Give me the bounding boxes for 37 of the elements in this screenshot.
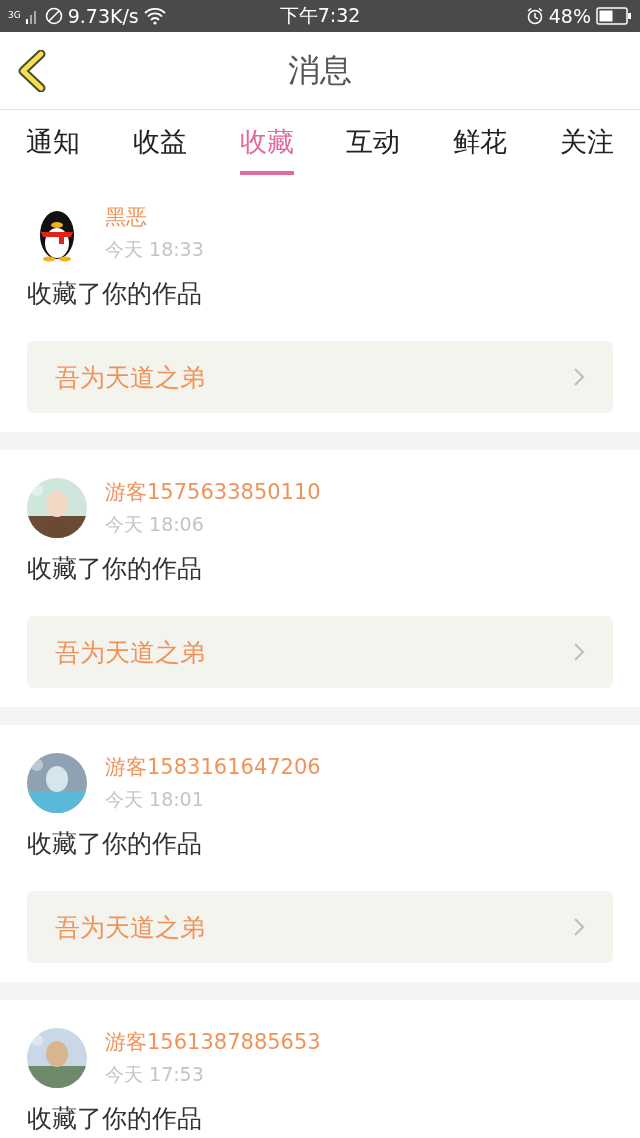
work-title: 吾为天道之弟 — [55, 636, 205, 669]
network-type: 3G — [8, 10, 21, 20]
timestamp: 今天 18:33 — [105, 237, 204, 262]
message-text: 收藏了你的作品 — [27, 831, 203, 857]
user-name[interactable]: 游客1583161647206 — [105, 753, 321, 781]
message-text: 收藏了你的作品 — [27, 281, 203, 307]
work-title: 吾为天道之弟 — [55, 361, 205, 394]
tab[interactable]: 关注 — [560, 110, 614, 175]
timestamp: 今天 18:06 — [105, 512, 205, 537]
timestamp: 今天 18:01 — [105, 787, 205, 812]
tab[interactable]: 互动 — [346, 110, 401, 175]
tab[interactable]: 通知 — [26, 110, 80, 175]
work-title: 吾为天道之弟 — [55, 911, 205, 944]
chevron-icon — [573, 917, 585, 937]
battery-icon — [596, 7, 632, 25]
work-link[interactable]: 吾为天道之弟 — [27, 616, 613, 688]
back-icon[interactable] — [17, 50, 47, 92]
blocked-icon — [44, 7, 63, 25]
page-title: 消息 — [288, 49, 352, 91]
clock: 下午7:32 — [279, 3, 361, 28]
timestamp: 今天 17:53 — [105, 1062, 205, 1087]
chevron-icon — [573, 642, 585, 662]
tab[interactable]: 收益 — [132, 110, 187, 175]
user-name[interactable]: 游客1561387885653 — [105, 1028, 321, 1056]
tab[interactable]: 鲜花 — [453, 110, 508, 175]
wifi-icon — [143, 7, 166, 25]
user-name[interactable]: 游客1575633850110 — [105, 478, 321, 506]
battery-percent: 48% — [548, 5, 591, 27]
work-link[interactable]: 吾为天道之弟 — [27, 891, 613, 963]
message-text: 收藏了你的作品 — [27, 556, 203, 582]
user-name[interactable]: 黑恶 — [105, 203, 204, 231]
work-link[interactable]: 吾为天道之弟 — [27, 341, 613, 413]
message-text: 收藏了你的作品 — [27, 1106, 203, 1132]
alarm-icon — [525, 7, 544, 25]
tab[interactable]: 收藏 — [239, 110, 294, 175]
network-speed: 9.73K/s — [67, 5, 139, 27]
chevron-icon — [573, 367, 585, 387]
